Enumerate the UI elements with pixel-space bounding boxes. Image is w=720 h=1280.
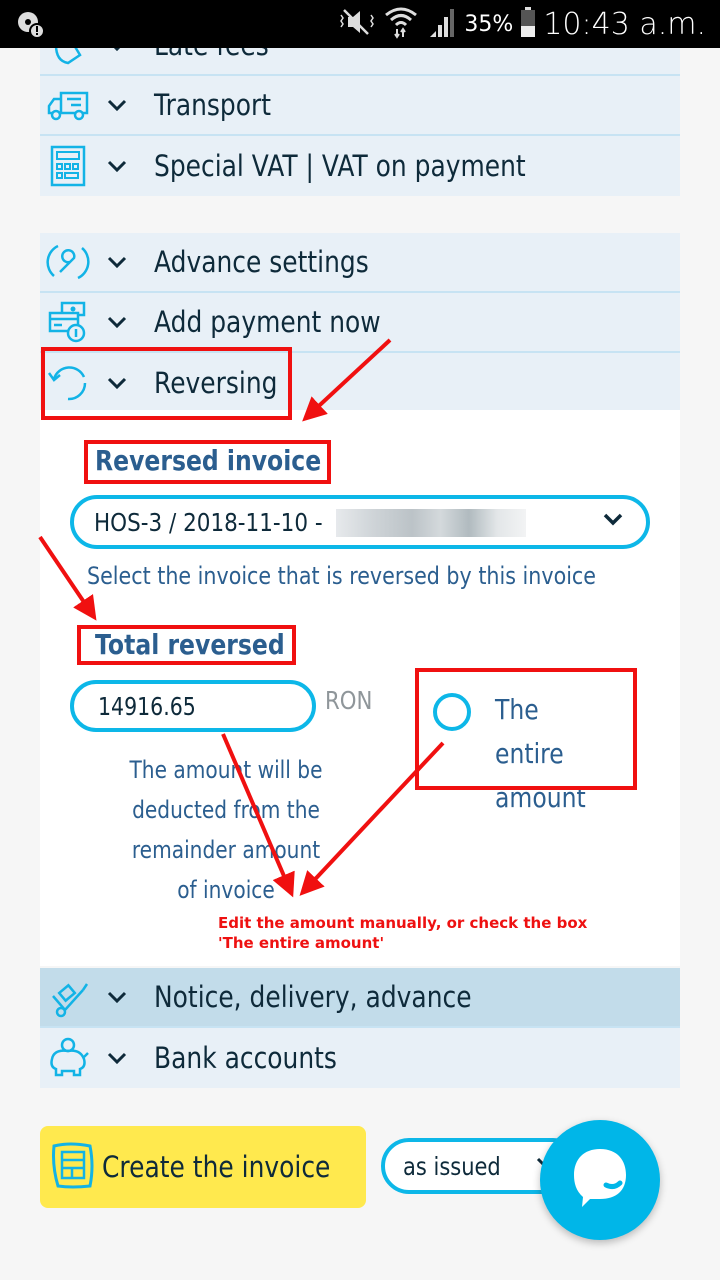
chevron-down-icon (102, 991, 132, 1003)
section-label: Reversing (154, 366, 278, 400)
issue-mode-value: as issued (403, 1151, 501, 1181)
section-advance-settings[interactable]: Advance settings (40, 233, 680, 293)
wrench-icon (44, 238, 92, 286)
section-reversing[interactable]: Reversing (40, 353, 680, 413)
wifi-icon (384, 5, 418, 44)
battery-icon (521, 6, 536, 42)
section-panel-bottom: Notice, delivery, advance Bank accounts (40, 968, 680, 1088)
chevron-down-icon (102, 160, 132, 172)
section-bank-accounts[interactable]: Bank accounts (40, 1028, 680, 1088)
create-invoice-button[interactable]: Create the invoice (40, 1126, 366, 1208)
annotation-text: Edit the amount manually, or check the b… (218, 914, 588, 952)
chevron-down-icon (102, 377, 132, 389)
invoice-document-icon (50, 1140, 96, 1195)
reversed-invoice-value: HOS-3 / 2018-11-10 - (94, 507, 323, 537)
reversed-invoice-select[interactable]: HOS-3 / 2018-11-10 - (70, 495, 650, 549)
section-special-vat[interactable]: Special VAT | VAT on payment (40, 136, 680, 196)
clock: 10:43 a.m. (543, 6, 706, 42)
chevron-down-icon (602, 512, 624, 531)
chevron-down-icon (102, 316, 132, 328)
piggy-bank-icon (44, 1034, 92, 1082)
entire-amount-label[interactable]: The entire amount (460, 688, 630, 820)
calculator-icon (44, 142, 92, 190)
section-label: Bank accounts (154, 1041, 337, 1075)
section-label: Notice, delivery, advance (154, 980, 472, 1014)
signal-icon (426, 7, 456, 42)
card-payment-icon (44, 298, 92, 346)
reversed-invoice-help: Select the invoice that is reversed by t… (87, 562, 596, 590)
section-add-payment[interactable]: Add payment now (40, 293, 680, 353)
reversed-invoice-label: Reversed invoice (95, 444, 322, 477)
chevron-down-icon (102, 1052, 132, 1064)
notification-alert-icon (16, 10, 46, 45)
reversing-content: Reversed invoice HOS-3 / 2018-11-10 - Se… (40, 410, 680, 966)
chevron-down-icon (102, 99, 132, 111)
total-reversed-label: Total reversed (95, 628, 285, 661)
chevron-down-icon (102, 256, 132, 268)
create-invoice-label: Create the invoice (102, 1150, 331, 1184)
chat-bubble-icon (570, 1145, 630, 1216)
section-notice-delivery[interactable]: Notice, delivery, advance (40, 968, 680, 1028)
chat-button[interactable] (540, 1120, 660, 1240)
total-reversed-input[interactable]: 14916.65 (70, 680, 316, 732)
reverse-icon (44, 359, 92, 407)
redacted-client-name (336, 509, 526, 537)
total-reversed-value: 14916.65 (98, 691, 196, 721)
section-label: Add payment now (154, 305, 381, 339)
battery-percent: 35% (464, 11, 514, 37)
section-label: Transport (154, 88, 272, 122)
section-panel-middle: Advance settings Add payment now Reversi… (40, 233, 680, 413)
hand-truck-icon (44, 973, 92, 1021)
section-label: Advance settings (154, 245, 369, 279)
status-bar: 35% 10:43 a.m. (0, 0, 720, 48)
deduction-note: The amount will be deducted from the rem… (129, 756, 323, 904)
section-transport[interactable]: Transport (40, 76, 680, 136)
currency-label: RON (325, 686, 373, 715)
section-label: Special VAT | VAT on payment (154, 149, 526, 183)
truck-icon (44, 81, 92, 129)
mute-vibrate-icon (338, 7, 376, 42)
